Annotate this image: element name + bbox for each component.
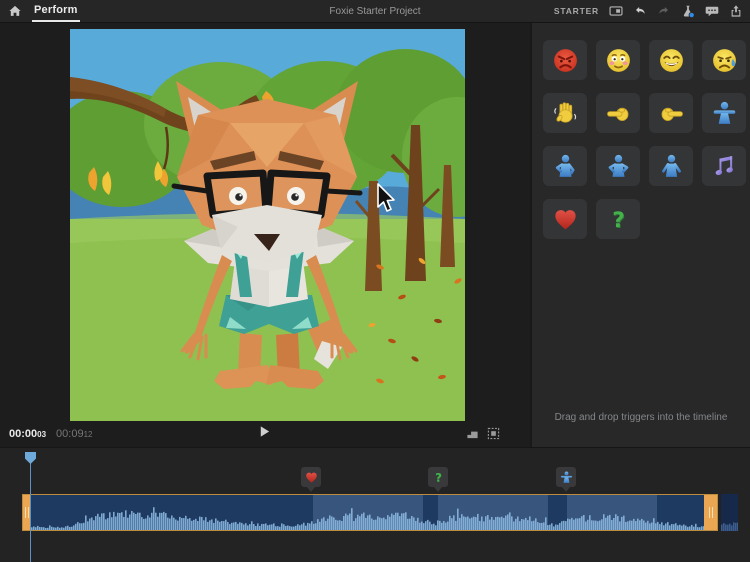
- plan-badge: STARTER: [554, 6, 599, 16]
- trigger-person-hands-on-hips[interactable]: [596, 146, 640, 186]
- timeline-marker-question[interactable]: ??: [427, 466, 449, 488]
- feedback-icon[interactable]: [704, 4, 719, 19]
- trigger-flushed-face[interactable]: [596, 40, 640, 80]
- fox-character-scene: [70, 29, 465, 421]
- snapshot-icon[interactable]: [487, 427, 500, 440]
- play-button[interactable]: [256, 426, 272, 442]
- person-t-pose-icon: [559, 470, 574, 485]
- track-trim-handle-right[interactable]: [704, 495, 717, 530]
- sad-face-icon: [710, 46, 739, 75]
- trigger-heart[interactable]: [543, 199, 587, 239]
- current-timecode: 00:0003: [9, 428, 46, 440]
- playhead-handle[interactable]: [25, 452, 36, 464]
- question-icon: ??: [431, 470, 446, 485]
- music-notes-icon: [710, 152, 739, 181]
- top-bar: Perform Foxie Starter Project STARTER: [0, 0, 750, 23]
- trigger-person-arms-down[interactable]: [649, 146, 693, 186]
- top-bar-actions: STARTER: [554, 0, 743, 22]
- undo-icon[interactable]: [632, 4, 647, 19]
- point-right-icon: [657, 99, 686, 128]
- svg-text:?: ?: [612, 208, 625, 233]
- audio-track[interactable]: [22, 494, 718, 531]
- play-icon: [258, 425, 271, 443]
- trigger-point-left[interactable]: [596, 93, 640, 133]
- svg-text:?: ?: [435, 471, 442, 484]
- timeline-panel: ??: [0, 447, 750, 562]
- home-button[interactable]: [0, 0, 30, 22]
- redo-icon[interactable]: [656, 4, 671, 19]
- trigger-grinning-face[interactable]: [649, 40, 693, 80]
- trigger-point-right[interactable]: [649, 93, 693, 133]
- take-highlight: [567, 495, 657, 530]
- lab-icon[interactable]: [680, 4, 695, 19]
- takes-icon[interactable]: [466, 427, 479, 440]
- home-icon: [8, 4, 23, 19]
- grinning-face-icon: [657, 46, 686, 75]
- trigger-waving-hand[interactable]: [543, 93, 587, 133]
- duration-timecode: 00:0912: [56, 428, 92, 440]
- waving-hand-icon: [551, 99, 580, 128]
- question-icon: ??: [604, 205, 633, 234]
- heart-icon: [551, 205, 580, 234]
- trigger-music-notes[interactable]: [702, 146, 746, 186]
- mouse-cursor: [376, 183, 396, 213]
- trigger-question[interactable]: ??: [596, 199, 640, 239]
- share-icon[interactable]: [728, 4, 743, 19]
- trimmed-audio-segment: [721, 494, 738, 531]
- trigger-person-hand-on-hip[interactable]: [543, 146, 587, 186]
- person-hand-on-hip-icon: [551, 152, 580, 181]
- timecode-display: 00:0003 00:0912: [9, 421, 92, 447]
- workspace-icon[interactable]: [608, 4, 623, 19]
- flushed-face-icon: [604, 46, 633, 75]
- angry-face-icon: [551, 46, 580, 75]
- tab-perform[interactable]: Perform: [32, 0, 80, 22]
- timeline-marker-person-t-pose[interactable]: [555, 466, 577, 488]
- trigger-grid: ??: [532, 22, 750, 239]
- playhead-line: [30, 462, 31, 562]
- trigger-sad-face[interactable]: [702, 40, 746, 80]
- person-hands-on-hips-icon: [604, 152, 633, 181]
- transport-bar: 00:0003 00:0912: [0, 421, 530, 447]
- trigger-angry-face[interactable]: [543, 40, 587, 80]
- triggers-panel: ?? Drag and drop triggers into the timel…: [530, 22, 750, 447]
- person-t-pose-icon: [710, 99, 739, 128]
- heart-icon: [304, 470, 319, 485]
- take-highlight: [438, 495, 548, 530]
- trigger-person-t-pose[interactable]: [702, 93, 746, 133]
- point-left-icon: [604, 99, 633, 128]
- stage-canvas[interactable]: [70, 29, 465, 421]
- timeline-marker-heart[interactable]: [300, 466, 322, 488]
- take-highlight: [313, 495, 423, 530]
- person-arms-down-icon: [657, 152, 686, 181]
- triggers-hint: Drag and drop triggers into the timeline: [532, 412, 750, 423]
